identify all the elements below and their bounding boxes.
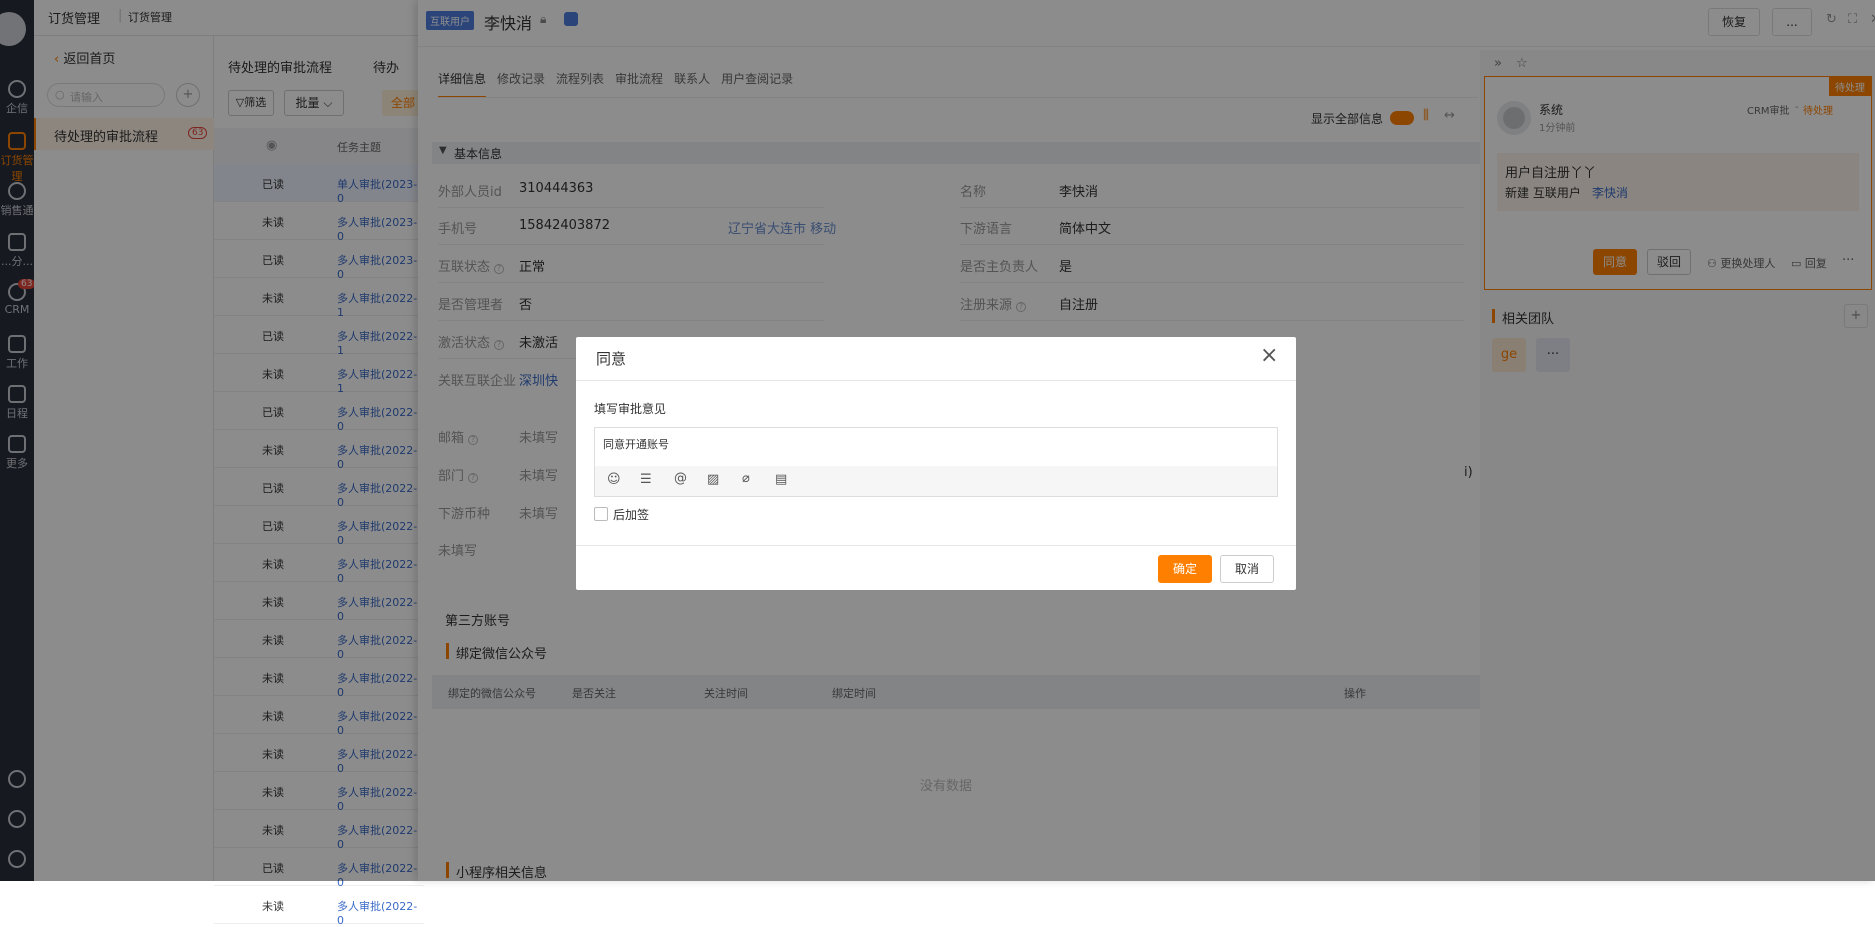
editor-toolbar: ☺ ☰ @ ▨ ⌀ ▤: [595, 466, 1277, 496]
cancel-button[interactable]: 取消: [1220, 555, 1274, 583]
opinion-editor[interactable]: 同意开通账号 ☺ ☰ @ ▨ ⌀ ▤: [594, 427, 1278, 497]
template-icon[interactable]: ▤: [775, 472, 787, 487]
emoji-icon[interactable]: ☺: [607, 472, 621, 487]
add-signer-checkbox[interactable]: [594, 507, 608, 521]
confirm-button[interactable]: 确定: [1158, 555, 1212, 583]
task-subject[interactable]: 多人审批(2022-0: [337, 898, 424, 927]
dialog-divider: [576, 380, 1296, 381]
dialog-footer-divider: [576, 545, 1296, 546]
mention-icon[interactable]: @: [674, 471, 687, 486]
list-item[interactable]: 未读 多人审批(2022-0: [214, 886, 424, 927]
add-signer-label: 后加签: [613, 508, 650, 522]
close-icon[interactable]: ×: [1260, 343, 1278, 368]
list-icon[interactable]: ☰: [640, 472, 652, 487]
dialog-title: 同意: [596, 350, 627, 368]
image-icon[interactable]: ▨: [707, 472, 719, 487]
opinion-text[interactable]: 同意开通账号: [603, 436, 669, 452]
read-status: 未读: [262, 900, 284, 913]
agree-dialog: 同意 × 填写审批意见 同意开通账号 ☺ ☰ @ ▨ ⌀ ▤ 后加签 确定 取消: [576, 337, 1296, 590]
opinion-label: 填写审批意见: [594, 402, 667, 416]
attachment-icon[interactable]: ⌀: [742, 471, 750, 486]
